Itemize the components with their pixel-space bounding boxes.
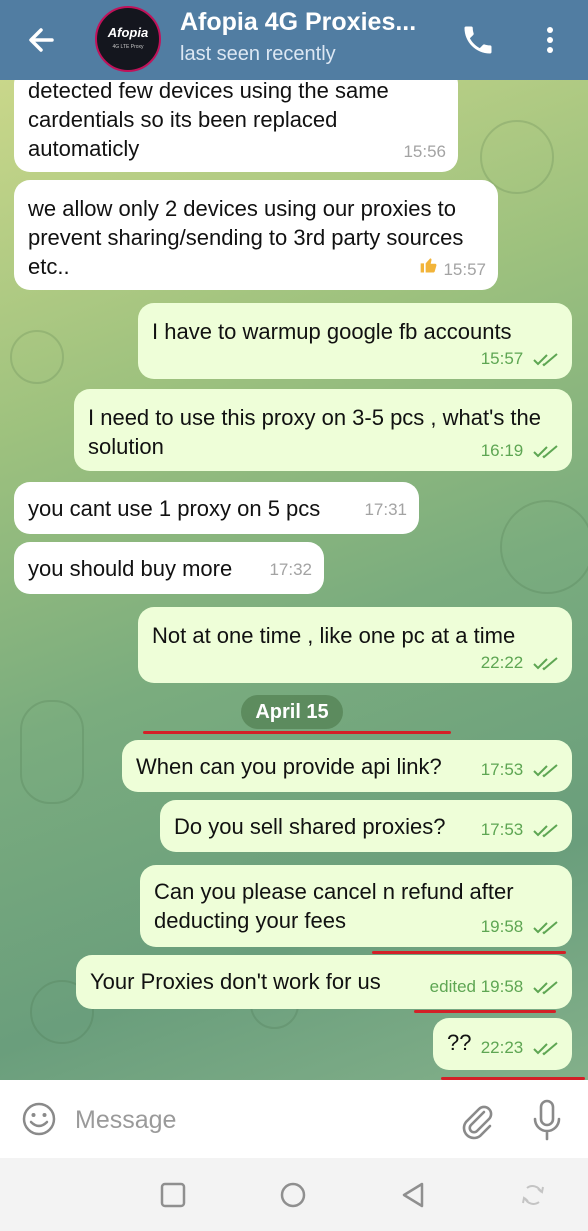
double-check-icon	[533, 352, 558, 366]
message-text: you should buy more	[28, 556, 233, 581]
background-doodle	[20, 700, 84, 804]
message-time: 15:57	[419, 255, 486, 284]
message-outgoing[interactable]: I need to use this proxy on 3-5 pcs , wh…	[74, 389, 572, 471]
red-annotation-line	[143, 731, 451, 734]
arrow-left-icon[interactable]	[22, 20, 62, 60]
message-time: 22:23	[481, 1033, 560, 1062]
message-incoming[interactable]: you cant use 1 proxy on 5 pcs 17:31	[14, 482, 419, 534]
message-outgoing[interactable]: Do you sell shared proxies? 17:53	[160, 800, 572, 852]
double-check-icon	[533, 1041, 558, 1055]
message-time: 17:32	[269, 560, 312, 579]
double-check-icon	[533, 444, 558, 458]
background-doodle	[10, 330, 64, 384]
message-outgoing[interactable]: Not at one time , like one pc at a time …	[138, 607, 572, 683]
chat-title[interactable]: Afopia 4G Proxies...	[180, 8, 416, 37]
paperclip-icon[interactable]	[456, 1098, 496, 1140]
emoji-icon[interactable]	[20, 1100, 58, 1138]
message-outgoing[interactable]: When can you provide api link? 17:53	[122, 740, 572, 792]
double-check-icon	[533, 980, 558, 994]
red-annotation-line	[414, 1010, 556, 1013]
chat-header: Afopia 4G LTE Proxy Afopia 4G Proxies...…	[0, 0, 588, 80]
message-time: 22:22	[481, 648, 560, 677]
thumbs-up-icon[interactable]	[419, 255, 439, 284]
rotate-icon[interactable]	[518, 1180, 548, 1210]
system-nav-bar	[0, 1158, 588, 1231]
message-text: Not at one time , like one pc at a time	[152, 623, 516, 648]
chat-area[interactable]: detected few devices using the same card…	[0, 80, 588, 1080]
phone-icon[interactable]	[460, 22, 496, 58]
message-incoming[interactable]: you should buy more 17:32	[14, 542, 324, 594]
date-separator: April 15	[241, 695, 343, 729]
message-incoming[interactable]: detected few devices using the same card…	[14, 80, 458, 172]
triangle-back-icon[interactable]	[398, 1180, 428, 1210]
message-time: 16:19	[481, 436, 560, 465]
double-check-icon	[533, 656, 558, 670]
message-outgoing[interactable]: Can you please cancel n refund after ded…	[140, 865, 572, 947]
message-time: 17:53	[481, 815, 560, 844]
more-vertical-icon[interactable]	[538, 20, 562, 60]
message-time: 19:58	[481, 912, 560, 941]
red-annotation-line	[372, 951, 566, 954]
message-time: 15:56	[403, 142, 446, 161]
message-outgoing[interactable]: Your Proxies don't work for us edited 19…	[76, 955, 572, 1009]
message-outgoing[interactable]: ?? 22:23	[433, 1018, 572, 1070]
avatar-logo-subtext: 4G LTE Proxy	[112, 44, 144, 50]
message-input[interactable]: Message	[75, 1106, 176, 1135]
double-check-icon	[533, 823, 558, 837]
message-text: I have to warmup google fb accounts	[152, 319, 512, 344]
message-composer: Message	[0, 1080, 588, 1158]
message-time: 17:53	[481, 755, 560, 784]
last-seen-status: last seen recently	[180, 43, 336, 65]
message-incoming[interactable]: we allow only 2 devices using our proxie…	[14, 180, 498, 290]
message-text: you cant use 1 proxy on 5 pcs	[28, 496, 321, 521]
message-text: we allow only 2 devices using our proxie…	[28, 196, 464, 279]
microphone-icon[interactable]	[530, 1098, 564, 1142]
background-doodle	[500, 500, 588, 594]
avatar-logo-text: Afopia	[107, 25, 149, 40]
message-outgoing[interactable]: I have to warmup google fb accounts 15:5…	[138, 303, 572, 379]
message-text: detected few devices using the same card…	[28, 80, 389, 161]
avatar[interactable]: Afopia 4G LTE Proxy	[95, 6, 161, 72]
message-time: 17:31	[364, 500, 407, 519]
double-check-icon	[533, 920, 558, 934]
square-icon[interactable]	[158, 1180, 188, 1210]
message-time: edited 19:58	[430, 972, 560, 1001]
message-time: 15:57	[481, 344, 560, 373]
circle-icon[interactable]	[278, 1180, 308, 1210]
double-check-icon	[533, 763, 558, 777]
